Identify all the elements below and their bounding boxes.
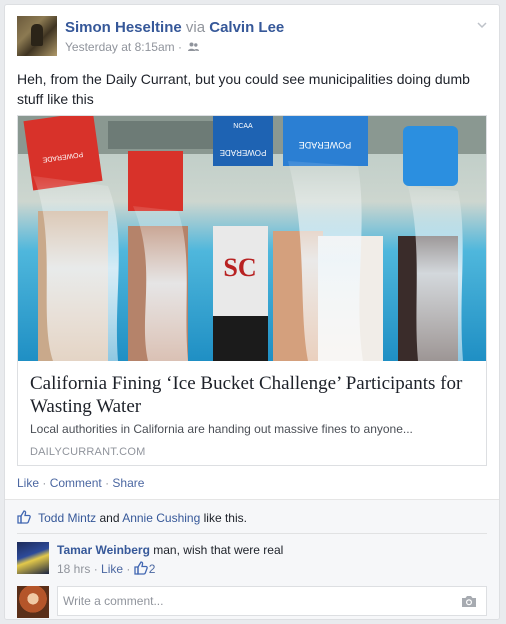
author-link[interactable]: Simon Heseltine [65,19,182,36]
comment-like-link[interactable]: Like [101,562,123,576]
chevron-down-icon[interactable] [477,20,487,30]
feedback-section: Todd Mintz and Annie Cushing like this. … [5,499,499,619]
comment-body: Tamar Weinberg man, wish that were real [57,543,283,557]
bucket-text-3: POWERADE [299,140,352,150]
post-header: Simon Heseltine via Calvin Lee Yesterday… [17,16,487,58]
comment-meta: 18 hrs · Like · 2 [57,561,155,576]
comment-author[interactable]: Tamar Weinberg [57,543,150,557]
feed-post: Simon Heseltine via Calvin Lee Yesterday… [4,4,500,620]
via-text: via [185,19,206,36]
commenter-avatar[interactable] [17,542,49,574]
thumbs-up-icon [17,510,31,524]
bucket-text-2: POWERADE [220,148,267,157]
camera-icon[interactable] [461,595,477,608]
post-actions: Like · Comment · Share [17,476,144,490]
comment-time[interactable]: 18 hrs [57,562,90,576]
post-timestamp[interactable]: Yesterday at 8:15am [65,40,175,54]
meta-separator: · [177,40,182,54]
link-title[interactable]: California Fining ‘Ice Bucket Challenge’… [30,372,476,418]
comment-meta-sep: · [93,562,98,576]
comment-meta-sep-2: · [126,562,131,576]
likes-summary: Todd Mintz and Annie Cushing like this. [17,509,247,527]
comment-input[interactable] [63,594,453,608]
link-image[interactable]: SC POWERADE POWERADE NCAA POWERADE [18,116,486,361]
share-link[interactable]: Share [112,476,144,490]
ncaa-label: NCAA [233,123,253,130]
ice-bucket-photo: SC POWERADE POWERADE NCAA POWERADE [18,116,486,361]
comment-input-wrapper[interactable] [57,586,487,616]
action-sep-2: · [105,476,110,490]
friends-icon[interactable] [188,42,200,52]
link-description: Local authorities in California are hand… [30,422,413,436]
via-link[interactable]: Calvin Lee [209,19,284,36]
comment-like-count[interactable]: 2 [149,562,156,576]
likes-and: and [99,511,120,525]
reply-box [17,586,487,618]
feedback-divider [17,533,487,534]
link-preview[interactable]: SC POWERADE POWERADE NCAA POWERADE Calif… [17,115,487,466]
likes-suffix: like this. [203,511,247,525]
comment-link[interactable]: Comment [50,476,102,490]
post-meta: Yesterday at 8:15am · [65,40,200,54]
post-author-line: Simon Heseltine via Calvin Lee [65,19,284,36]
comment-item: Tamar Weinberg man, wish that were real … [17,542,487,578]
sc-logo: SC [223,253,256,282]
author-avatar[interactable] [17,16,57,56]
thumbs-up-icon[interactable] [134,561,148,575]
liker-1[interactable]: Todd Mintz [38,511,96,525]
post-message: Heh, from the Daily Currant, but you cou… [17,71,470,107]
link-domain: DAILYCURRANT.COM [30,446,146,458]
action-sep-1: · [42,476,47,490]
comment-text: man, wish that were real [153,543,284,557]
current-user-avatar [17,586,49,618]
like-link[interactable]: Like [17,476,39,490]
liker-2[interactable]: Annie Cushing [122,511,200,525]
